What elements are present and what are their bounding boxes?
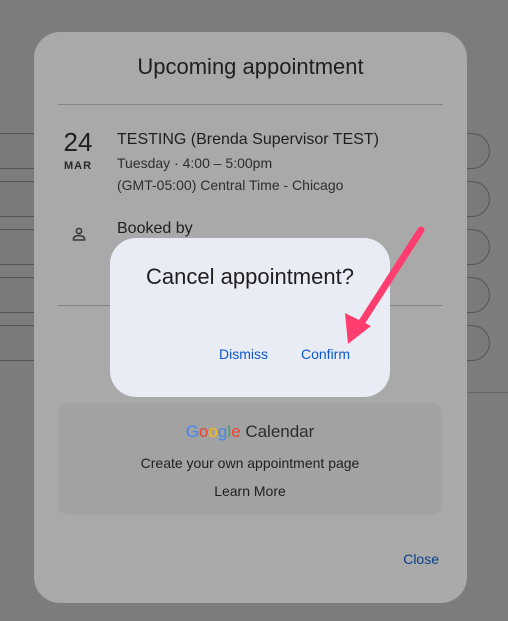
google-calendar-logo: Google Calendar xyxy=(58,422,442,442)
cancel-appointment-dialog: Cancel appointment? Dismiss Confirm xyxy=(110,238,390,397)
event-time: Tuesday · 4:00 – 5:00pm xyxy=(117,155,273,171)
divider xyxy=(58,104,443,105)
google-calendar-card: Google Calendar Create your own appointm… xyxy=(58,403,442,515)
google-logo-letter: e xyxy=(231,422,241,441)
google-logo-letter: o xyxy=(198,422,209,441)
booked-by-label: Booked by xyxy=(117,220,193,237)
date-day: 24 xyxy=(63,127,93,157)
close-button[interactable]: Close xyxy=(403,551,439,567)
panel-title: Upcoming appointment xyxy=(137,54,364,79)
event-timezone: (GMT-05:00) Central Time - Chicago xyxy=(117,177,344,193)
google-logo-letter: g xyxy=(217,422,228,441)
promo-text: Create your own appointment page xyxy=(140,455,360,471)
google-logo-letter: o xyxy=(208,422,218,441)
google-logo-letter: G xyxy=(185,422,199,441)
dismiss-button[interactable]: Dismiss xyxy=(219,346,268,362)
dialog-title: Cancel appointment? xyxy=(146,264,354,289)
date-month: MAR xyxy=(63,160,93,172)
background-divider xyxy=(460,392,508,393)
learn-more-link[interactable]: Learn More xyxy=(58,483,442,499)
event-details: TESTING (Brenda Supervisor TEST) Tuesday… xyxy=(117,131,379,193)
calendar-wordmark: Calendar xyxy=(245,422,315,441)
person-icon xyxy=(72,227,86,241)
confirm-button[interactable]: Confirm xyxy=(301,346,350,362)
date-block: 24 MAR xyxy=(58,128,98,172)
event-title: TESTING (Brenda Supervisor TEST) xyxy=(117,131,379,148)
google-logo-wordmark: Google xyxy=(186,422,246,441)
